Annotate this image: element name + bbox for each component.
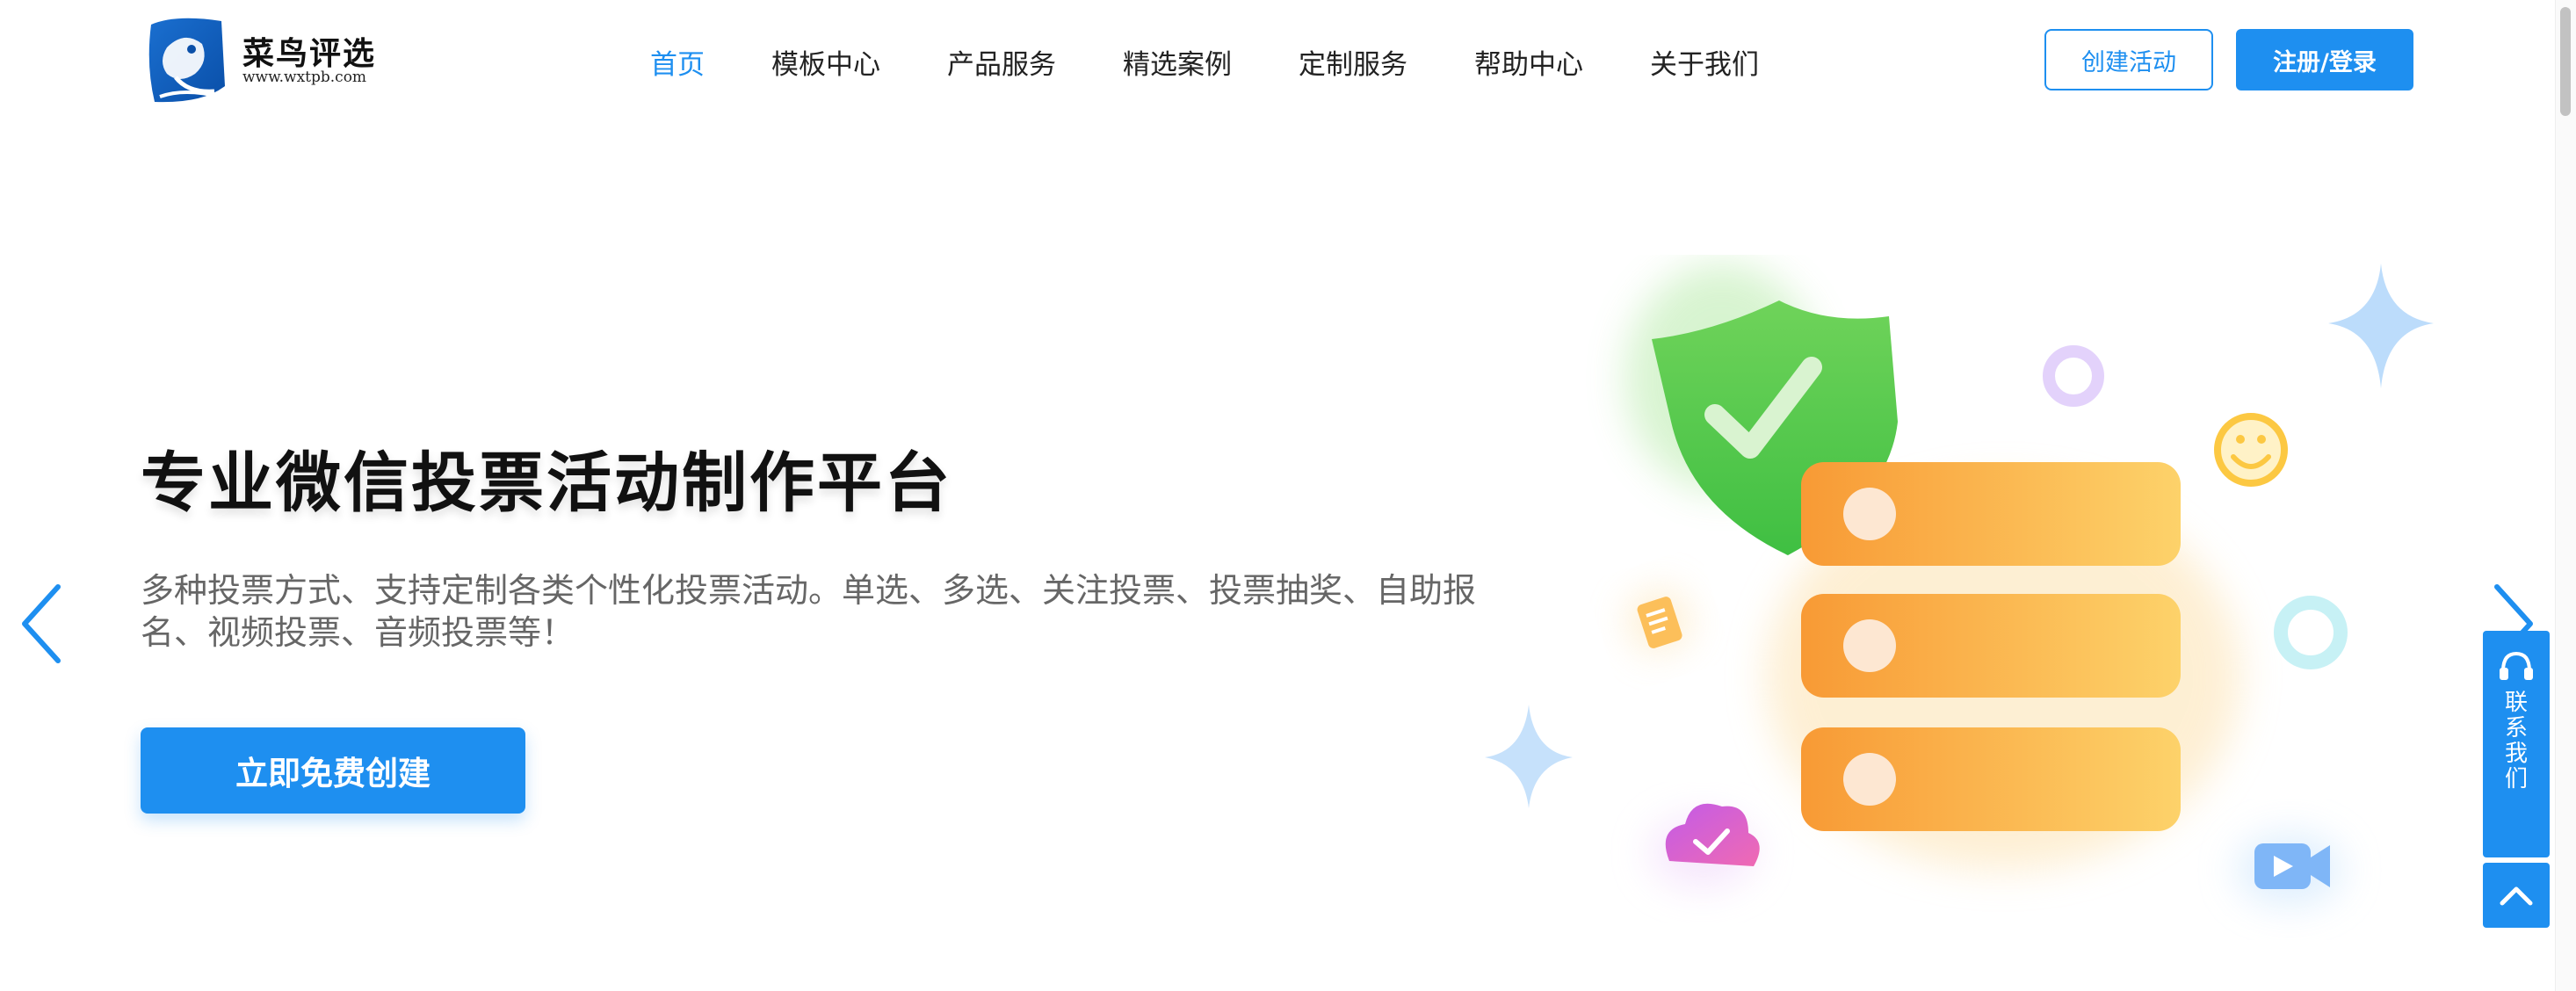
bird-logo-icon <box>148 18 225 103</box>
nav-item-home[interactable]: 首页 <box>650 42 705 82</box>
ring-icon <box>2274 596 2348 669</box>
site-header: 菜鸟评选 www.wxtpb.com 首页 模板中心 产品服务 精选案例 定制服… <box>0 0 2576 123</box>
note-icon <box>1629 590 1690 651</box>
contact-us-float[interactable]: 联系我们 <box>2483 631 2550 857</box>
smiley-icon <box>2214 413 2288 487</box>
nav-item-templates[interactable]: 模板中心 <box>771 42 880 82</box>
video-icon <box>2237 835 2342 905</box>
logo-name: 菜鸟评选 <box>242 36 377 72</box>
sparkle-icon <box>1485 705 1573 808</box>
server-stack-icon <box>1801 462 2181 831</box>
sparkle-icon <box>2328 264 2434 388</box>
hero-title: 专业微信投票活动制作平台 <box>141 445 952 521</box>
nav-item-about[interactable]: 关于我们 <box>1650 42 1759 82</box>
back-to-top-button[interactable] <box>2483 863 2550 928</box>
register-login-button[interactable]: 注册/登录 <box>2236 29 2413 90</box>
create-activity-button[interactable]: 创建活动 <box>2044 29 2213 90</box>
scrollbar-thumb[interactable] <box>2560 7 2571 116</box>
chevron-left-icon[interactable] <box>16 580 69 668</box>
free-create-button[interactable]: 立即免费创建 <box>141 727 525 814</box>
logo[interactable]: 菜鸟评选 www.wxtpb.com <box>141 12 404 111</box>
nav-item-custom[interactable]: 定制服务 <box>1299 42 1407 82</box>
headset-icon <box>2500 651 2533 680</box>
ring-icon <box>2043 345 2104 407</box>
hero-illustration <box>1485 264 2434 905</box>
nav-item-products[interactable]: 产品服务 <box>947 42 1056 82</box>
page-scrollbar[interactable] <box>2555 0 2576 991</box>
hero-description: 多种投票方式、支持定制各类个性化投票活动。单选、多选、关注投票、投票抽奖、自助报… <box>141 571 1477 652</box>
contact-us-label: 联系我们 <box>2504 690 2528 792</box>
nav-item-cases[interactable]: 精选案例 <box>1123 42 1232 82</box>
nav-item-help[interactable]: 帮助中心 <box>1474 42 1583 82</box>
main-nav: 首页 模板中心 产品服务 精选案例 定制服务 帮助中心 关于我们 <box>650 0 1826 123</box>
logo-url: www.wxtpb.com <box>242 69 367 86</box>
cloud-check-icon <box>1650 803 1760 887</box>
chevron-up-icon <box>2500 886 2533 906</box>
